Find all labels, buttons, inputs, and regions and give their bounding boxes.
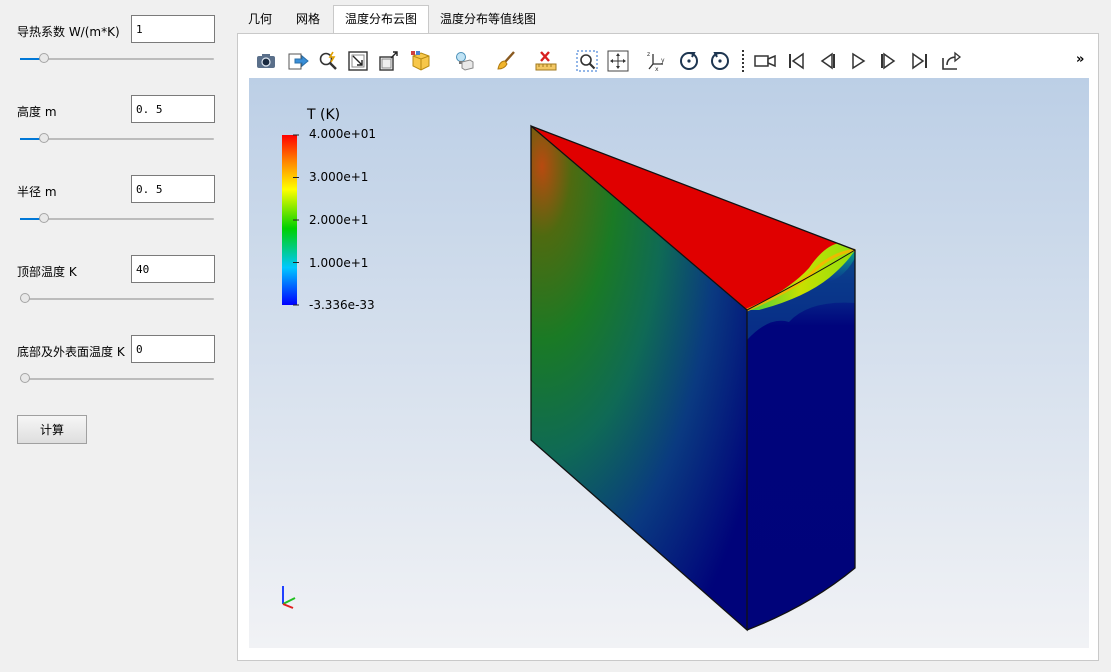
previous-frame-icon[interactable] bbox=[815, 49, 839, 73]
height-label: 高度 m bbox=[17, 105, 57, 119]
slider-thumb[interactable] bbox=[39, 213, 50, 223]
svg-text:y: y bbox=[661, 57, 665, 64]
temperature-contour-plot bbox=[282, 124, 856, 632]
viewer-toolbar: z yx bbox=[249, 44, 1089, 78]
bottom-outer-temperature-input[interactable] bbox=[131, 335, 215, 363]
colorbar-tick-label: 3.000e+1 bbox=[309, 170, 369, 184]
rotate-cw-icon[interactable] bbox=[677, 49, 701, 73]
tab-geometry[interactable]: 几何 bbox=[237, 6, 283, 33]
reset-camera-icon[interactable] bbox=[346, 49, 370, 73]
zoom-tool-icon[interactable] bbox=[316, 49, 340, 73]
colorbar-title: T (K) bbox=[307, 107, 341, 123]
cube-view-icon[interactable] bbox=[409, 49, 433, 73]
thermal-conductivity-input[interactable] bbox=[131, 15, 215, 43]
camera-icon[interactable] bbox=[254, 49, 278, 73]
thermal-conductivity-label: 导热系数 W/(m*K) bbox=[17, 25, 120, 39]
bottom-outer-temperature-label: 底部及外表面温度 K bbox=[17, 345, 125, 359]
light-bulb-icon[interactable] bbox=[452, 49, 476, 73]
render-viewport[interactable]: T (K) 4.000e+01 3.000e+1 2.000e+1 1.000e… bbox=[249, 78, 1089, 648]
zoom-fit-icon[interactable] bbox=[575, 49, 599, 73]
height-slider[interactable] bbox=[20, 132, 214, 146]
colorbar-tick-label: -3.336e-33 bbox=[309, 298, 375, 312]
toolbar-overflow-icon[interactable]: » bbox=[1076, 52, 1084, 67]
ruler-delete-icon[interactable] bbox=[534, 49, 558, 73]
slider-thumb[interactable] bbox=[39, 133, 50, 143]
export-icon[interactable] bbox=[286, 49, 310, 73]
bottom-outer-temperature-slider[interactable] bbox=[20, 372, 214, 386]
svg-text:x: x bbox=[655, 66, 659, 72]
radius-label: 半径 m bbox=[17, 185, 57, 199]
toolbar-separator bbox=[742, 50, 744, 72]
play-icon[interactable] bbox=[846, 49, 870, 73]
radius-slider[interactable] bbox=[20, 212, 214, 226]
svg-text:z: z bbox=[647, 51, 650, 58]
height-input[interactable] bbox=[131, 95, 215, 123]
colorbar-tick-label: 2.000e+1 bbox=[309, 213, 369, 227]
tab-temperature-isolines[interactable]: 温度分布等值线图 bbox=[429, 6, 547, 33]
tab-temperature-contour[interactable]: 温度分布云图 bbox=[333, 5, 429, 34]
last-frame-icon[interactable] bbox=[908, 49, 932, 73]
thermal-conductivity-slider[interactable] bbox=[20, 52, 214, 66]
colorbar-tick-label: 4.000e+01 bbox=[309, 127, 377, 141]
orientation-axes-icon bbox=[282, 586, 296, 609]
slider-thumb[interactable] bbox=[39, 53, 50, 63]
rotate-ccw-icon[interactable] bbox=[708, 49, 732, 73]
top-temperature-input[interactable] bbox=[131, 255, 215, 283]
pan-icon[interactable] bbox=[606, 49, 630, 73]
video-camera-icon[interactable] bbox=[753, 49, 777, 73]
top-temperature-label: 顶部温度 K bbox=[17, 265, 77, 279]
axes-orientation-icon[interactable]: z yx bbox=[646, 49, 670, 73]
radius-input[interactable] bbox=[131, 175, 215, 203]
loop-icon[interactable] bbox=[939, 49, 963, 73]
calculate-button[interactable]: 计算 bbox=[17, 415, 87, 444]
zoom-box-icon[interactable] bbox=[377, 49, 401, 73]
top-temperature-slider[interactable] bbox=[20, 292, 214, 306]
colorbar-tick-label: 1.000e+1 bbox=[309, 256, 369, 270]
next-frame-icon[interactable] bbox=[877, 49, 901, 73]
tab-mesh[interactable]: 网格 bbox=[283, 6, 333, 33]
first-frame-icon[interactable] bbox=[784, 49, 808, 73]
slider-thumb[interactable] bbox=[20, 293, 30, 303]
slider-thumb[interactable] bbox=[20, 373, 30, 383]
brush-icon[interactable] bbox=[494, 49, 518, 73]
